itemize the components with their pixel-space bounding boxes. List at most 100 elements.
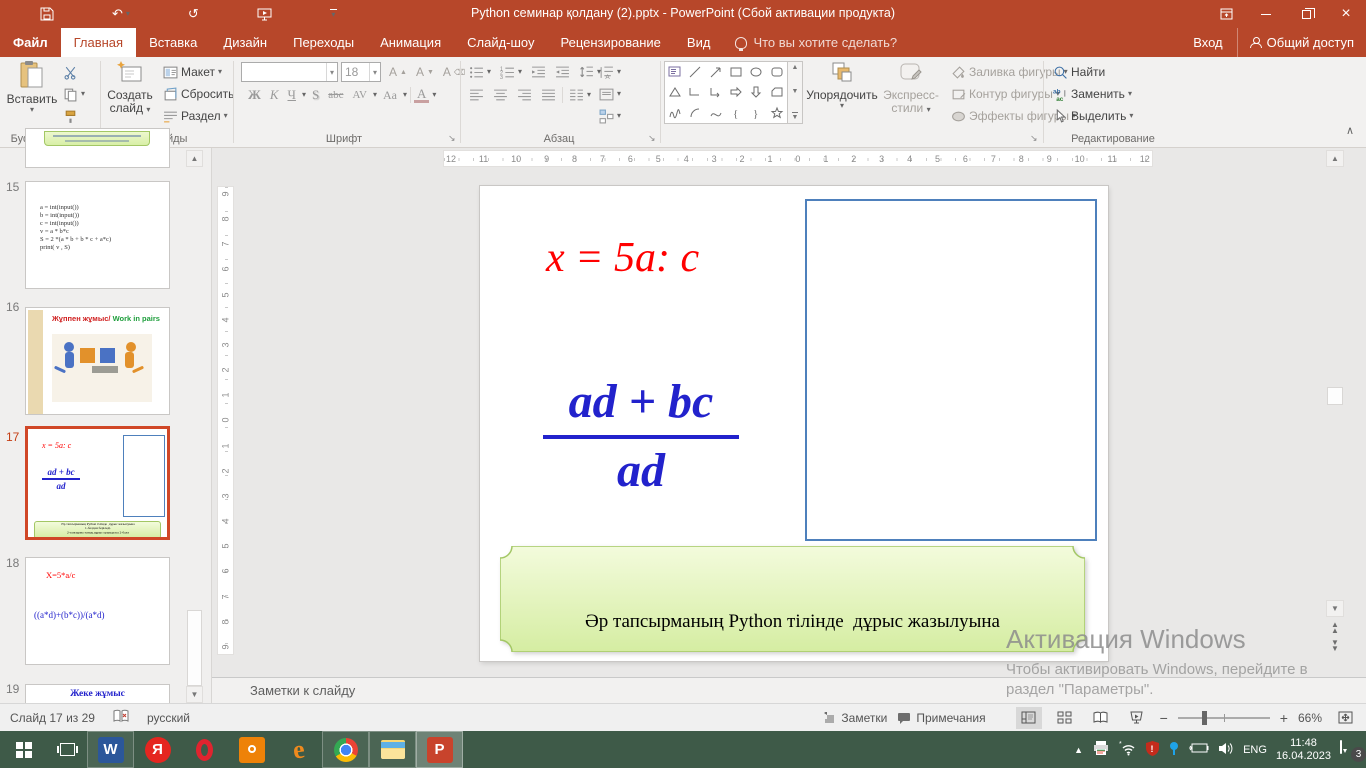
language-indicator[interactable]: русский: [147, 711, 190, 725]
drawing-dialog-launcher-icon[interactable]: ↘: [1030, 133, 1038, 144]
printer-tray-icon[interactable]: [1092, 740, 1110, 759]
cut-icon[interactable]: [60, 64, 81, 81]
tab-transitions[interactable]: Переходы: [280, 28, 367, 57]
task-view-button[interactable]: [47, 731, 87, 768]
gallery-up-icon[interactable]: ▲: [792, 64, 799, 71]
select-button[interactable]: Выделить▾: [1050, 108, 1136, 125]
tab-file[interactable]: Файл: [0, 28, 61, 57]
tab-insert[interactable]: Вставка: [136, 28, 210, 57]
shape-arrow-icon[interactable]: [706, 62, 726, 82]
zoom-slider[interactable]: [1178, 717, 1270, 719]
horizontal-ruler[interactable]: 1211109876543210123456789101112: [443, 150, 1153, 167]
security-alert-tray-icon[interactable]: !: [1146, 741, 1159, 759]
shape-right-brace-icon[interactable]: }: [746, 103, 766, 123]
shape-star-icon[interactable]: [767, 103, 787, 123]
tab-review[interactable]: Рецензирование: [548, 28, 674, 57]
shape-down-arrow-icon[interactable]: [746, 82, 766, 102]
taskbar-word-button[interactable]: W: [87, 731, 134, 768]
convert-smartart-icon[interactable]: ▾: [596, 108, 624, 125]
sign-in-button[interactable]: Вход: [1179, 28, 1236, 57]
font-size-combo[interactable]: 18▾: [341, 62, 381, 82]
align-left-icon[interactable]: [466, 87, 487, 104]
taskbar-e-browser-button[interactable]: e: [275, 731, 322, 768]
shape-right-arrow-icon[interactable]: [726, 82, 746, 102]
increase-indent-icon[interactable]: [552, 64, 573, 81]
layout-button[interactable]: Макет▾: [160, 64, 225, 81]
next-slide-icon[interactable]: ▼▼: [1328, 640, 1342, 652]
new-slide-button[interactable]: Создатьслайд ▾: [104, 60, 156, 115]
slide-18-thumbnail[interactable]: X=5*a/c ((a*d)+(b*c))/(a*d): [25, 557, 170, 665]
shape-triangle-icon[interactable]: [665, 82, 685, 102]
red-formula-textbox[interactable]: x = 5a: c: [546, 234, 699, 282]
hotspot-tray-icon[interactable]: [1168, 741, 1180, 759]
minimize-button[interactable]: [1246, 0, 1286, 28]
quick-styles-button[interactable]: Экспресс-стили ▾: [880, 60, 942, 115]
justify-icon[interactable]: [538, 87, 559, 104]
empty-bordered-rectangle[interactable]: [805, 199, 1097, 541]
italic-button[interactable]: К: [267, 86, 282, 104]
character-spacing-button[interactable]: AV: [349, 88, 369, 102]
align-center-icon[interactable]: [490, 87, 511, 104]
numbering-icon[interactable]: 123▾: [497, 64, 525, 81]
taskbar-odnoklassniki-button[interactable]: [228, 731, 275, 768]
fraction-textbox[interactable]: ad + bc ad: [536, 374, 746, 498]
copy-icon[interactable]: ▾: [60, 86, 88, 103]
tab-view[interactable]: Вид: [674, 28, 724, 57]
section-button[interactable]: Раздел▾: [160, 108, 231, 125]
zoom-in-icon[interactable]: +: [1280, 710, 1288, 726]
vertical-ruler[interactable]: 9876543210123456789: [217, 186, 234, 655]
shape-arc-icon[interactable]: [685, 103, 705, 123]
shape-corner-snip-rectangle-icon[interactable]: [767, 82, 787, 102]
align-right-icon[interactable]: [514, 87, 535, 104]
ribbon-display-options-icon[interactable]: [1206, 0, 1246, 28]
thumbnail-scroll-down-icon[interactable]: ▼: [186, 686, 203, 703]
notes-panel[interactable]: Заметки к слайду: [212, 677, 1366, 703]
shape-scribble-icon[interactable]: [665, 103, 685, 123]
vertical-scrollbar[interactable]: ▲ ▼ ▲▲ ▼▼: [1326, 150, 1344, 675]
zoom-slider-thumb[interactable]: [1202, 711, 1207, 725]
slide-14-thumbnail[interactable]: [25, 128, 170, 168]
font-color-button[interactable]: А: [414, 87, 429, 103]
slideshow-view-button[interactable]: [1124, 707, 1150, 729]
underline-button[interactable]: Ч: [285, 86, 299, 104]
zoom-level[interactable]: 66%: [1298, 711, 1322, 725]
reset-slide-button[interactable]: Сбросить: [160, 86, 237, 103]
taskbar-opera-button[interactable]: [181, 731, 228, 768]
text-direction-icon[interactable]: A▾: [596, 64, 624, 81]
restore-button[interactable]: [1286, 0, 1326, 28]
thumbnail-scrollbar-thumb[interactable]: [187, 610, 202, 686]
text-shadow-button[interactable]: S: [309, 86, 322, 104]
clear-formatting-icon[interactable]: А⌫: [440, 64, 468, 80]
slide-16-thumbnail[interactable]: Жұппен жұмыс/ Work in pairs: [25, 307, 170, 415]
reading-view-button[interactable]: [1088, 707, 1114, 729]
battery-tray-icon[interactable]: [1189, 742, 1209, 757]
tab-slideshow[interactable]: Слайд-шоу: [454, 28, 547, 57]
share-button[interactable]: Общий доступ: [1237, 28, 1366, 57]
decrease-indent-icon[interactable]: [528, 64, 549, 81]
taskbar-yandex-button[interactable]: Я: [134, 731, 181, 768]
close-button[interactable]: ×: [1326, 0, 1366, 28]
bold-button[interactable]: Ж: [245, 86, 264, 104]
columns-icon[interactable]: ▾: [566, 87, 594, 104]
replace-button[interactable]: abacЗаменить▾: [1050, 86, 1135, 103]
shape-outline-button[interactable]: Контур фигуры▾: [948, 86, 1063, 103]
thumbnail-scrollbar[interactable]: ▲ ▼: [186, 150, 203, 703]
paragraph-dialog-launcher-icon[interactable]: ↘: [648, 133, 656, 144]
align-text-icon[interactable]: ▾: [596, 86, 624, 103]
font-name-combo[interactable]: ▾: [241, 62, 338, 82]
gallery-more-icon[interactable]: ▼: [792, 112, 799, 121]
tab-home[interactable]: Главная: [61, 28, 136, 57]
format-painter-icon[interactable]: [60, 108, 81, 125]
spell-check-icon[interactable]: [113, 709, 129, 726]
zoom-out-icon[interactable]: −: [1160, 710, 1168, 726]
taskbar-explorer-button[interactable]: [369, 731, 416, 768]
thumbnail-scroll-up-icon[interactable]: ▲: [186, 150, 203, 167]
bullets-icon[interactable]: ▾: [466, 64, 494, 81]
scrollbar-thumb[interactable]: [1327, 387, 1343, 405]
wifi-tray-icon[interactable]: *: [1119, 741, 1137, 759]
language-indicator[interactable]: ENG: [1243, 744, 1267, 756]
tab-design[interactable]: Дизайн: [210, 28, 280, 57]
shape-oval-icon[interactable]: [746, 62, 766, 82]
volume-tray-icon[interactable]: [1218, 742, 1234, 758]
shape-elbow-arrow-connector-icon[interactable]: [706, 82, 726, 102]
